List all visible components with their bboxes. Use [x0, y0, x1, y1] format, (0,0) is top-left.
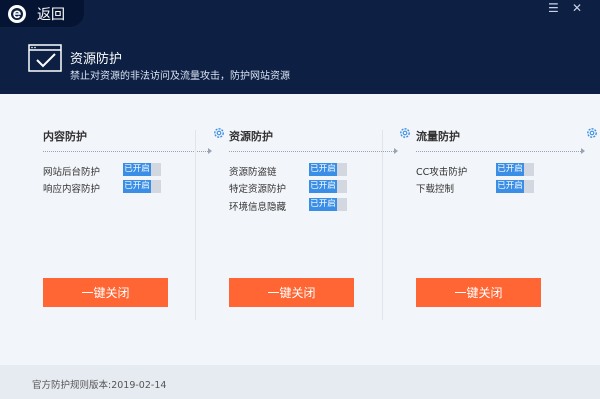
divider-line [229, 151, 396, 152]
one-click-close-button[interactable]: 一键关闭 [43, 278, 168, 307]
status-badge: 已开启 [309, 163, 337, 176]
one-click-close-button[interactable]: 一键关闭 [229, 278, 354, 307]
rule-version-text: 官方防护规则版本:2019-02-14 [32, 380, 167, 391]
row-label: 特定资源防护 [229, 184, 287, 195]
status-toggle[interactable]: 已开启 [309, 198, 347, 211]
app-logo-icon [8, 4, 26, 23]
status-toggle[interactable]: 已开启 [123, 163, 161, 176]
row-label: 响应内容防护 [43, 184, 101, 195]
row-label: CC攻击防护 [416, 167, 468, 178]
status-toggle[interactable]: 已开启 [123, 180, 161, 193]
panel-traffic-protection: 流量防护 CC攻击防护 已开启 下载控制 已开启 一键关闭 [416, 94, 600, 324]
gear-icon[interactable] [399, 127, 411, 139]
status-badge: 已开启 [309, 180, 337, 193]
list-item: 响应内容防护 已开启 [43, 180, 229, 195]
column-divider [382, 130, 383, 320]
status-toggle[interactable]: 已开启 [496, 163, 534, 176]
gear-icon[interactable] [213, 127, 225, 139]
panel-title: 资源防护 [229, 130, 273, 143]
arrow-right-icon [394, 148, 398, 154]
page-description: 禁止对资源的非法访问及流量攻击，防护网站资源 [70, 71, 290, 82]
gear-icon[interactable] [586, 127, 598, 139]
row-label: 下载控制 [416, 184, 455, 195]
list-item: 网站后台防护 已开启 [43, 163, 229, 178]
list-item: 环境信息隐藏 已开启 [229, 198, 415, 213]
column-divider [195, 130, 196, 320]
panel-content-protection: 内容防护 网站后台防护 已开启 响应内容防护 已开启 一键关闭 [43, 94, 229, 324]
status-toggle[interactable]: 已开启 [496, 180, 534, 193]
divider-line [416, 151, 583, 152]
row-label: 网站后台防护 [43, 167, 101, 178]
protection-window-icon [28, 44, 62, 72]
back-button[interactable]: 返回 [0, 0, 84, 27]
status-badge: 已开启 [496, 180, 524, 193]
status-toggle[interactable]: 已开启 [309, 180, 347, 193]
status-toggle[interactable]: 已开启 [309, 163, 347, 176]
status-badge: 已开启 [123, 180, 151, 193]
arrow-right-icon [581, 148, 585, 154]
status-badge: 已开启 [123, 163, 151, 176]
back-label: 返回 [37, 6, 65, 23]
status-badge: 已开启 [496, 163, 524, 176]
list-item: CC攻击防护 已开启 [416, 163, 600, 178]
arrow-right-icon [208, 148, 212, 154]
one-click-close-button[interactable]: 一键关闭 [416, 278, 541, 307]
row-label: 资源防盗链 [229, 167, 277, 178]
panel-title: 内容防护 [43, 130, 87, 143]
header-bar: 返回 ☰ ✕ 资源防护 禁止对资源的非法访问及流量攻击，防护网站资源 [0, 0, 600, 94]
divider-line [43, 151, 210, 152]
row-label: 环境信息隐藏 [229, 202, 287, 213]
list-item: 资源防盗链 已开启 [229, 163, 415, 178]
panel-resource-protection: 资源防护 资源防盗链 已开启 特定资源防护 已开启 环境信息隐藏 已开启 一键关… [229, 94, 415, 324]
list-item: 下载控制 已开启 [416, 180, 600, 195]
footer-bar: 官方防护规则版本:2019-02-14 [0, 365, 600, 399]
page-title: 资源防护 [70, 52, 123, 67]
close-window-icon[interactable]: ✕ [572, 2, 582, 14]
panel-title: 流量防护 [416, 130, 460, 143]
menu-icon[interactable]: ☰ [548, 2, 559, 14]
list-item: 特定资源防护 已开启 [229, 180, 415, 195]
status-badge: 已开启 [309, 198, 337, 211]
